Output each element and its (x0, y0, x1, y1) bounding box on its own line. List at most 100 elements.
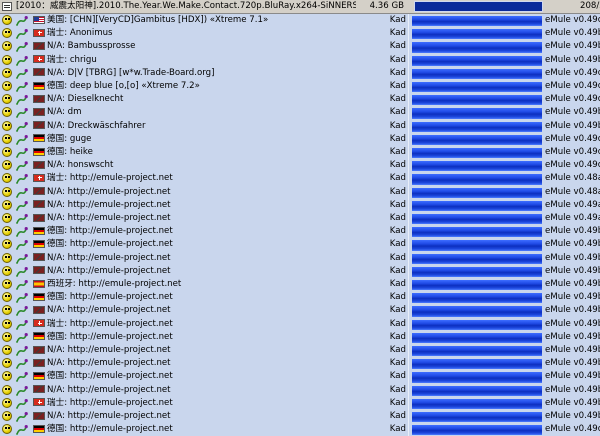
source-row[interactable]: N/A: Dreckwäschfahrer Kad eMule v0.49b (0, 119, 600, 133)
source-name: N/A: http://emule-project.net (47, 345, 171, 355)
source-status-icons (2, 344, 32, 357)
source-name: 德国: http://emule-project.net (47, 226, 173, 237)
source-row[interactable]: N/A: dm Kad eMule v0.49b (0, 106, 600, 120)
column-divider (408, 330, 409, 344)
source-row[interactable]: N/A: http://emule-project.net Kad eMule … (0, 212, 600, 226)
client-snake-icon (16, 359, 28, 370)
client-snake-icon (16, 200, 28, 211)
source-network: Kad (389, 411, 406, 421)
source-row[interactable]: 德国: http://emule-project.net Kad eMule v… (0, 238, 600, 252)
country-flag-icon (33, 121, 45, 130)
source-client-version: eMule v0.49b (545, 54, 600, 65)
source-row[interactable]: 瑞士: http://emule-project.net Kad eMule v… (0, 317, 600, 331)
client-snake-icon (16, 214, 28, 224)
source-availability-bar (410, 199, 543, 212)
source-row[interactable]: 瑞士: http://emule-project.net Kad eMule v… (0, 172, 600, 186)
source-name-cell: N/A: D|V [TBRG] [w*w.Trade-Board.org] (33, 67, 355, 80)
smiley-rating-icon (2, 292, 12, 303)
column-divider (408, 396, 409, 410)
source-availability-bar (410, 423, 543, 436)
source-name: N/A: http://emule-project.net (47, 384, 171, 395)
source-network: Kad (389, 358, 406, 369)
source-client-version: eMule v0.48a (545, 173, 600, 184)
source-name-cell: N/A: http://emule-project.net (33, 212, 355, 225)
source-availability-bar (410, 278, 543, 291)
source-row[interactable]: 德国: http://emule-project.net Kad eMule v… (0, 291, 600, 305)
source-row[interactable]: N/A: D|V [TBRG] [w*w.Trade-Board.org] Ka… (0, 66, 600, 80)
source-network: Kad (389, 147, 406, 157)
source-name-cell: 瑞士: http://emule-project.net (33, 318, 355, 331)
source-name-cell: N/A: Bambussprosse (33, 40, 355, 53)
country-flag-icon (33, 345, 45, 354)
source-name-cell: N/A: http://emule-project.net (33, 265, 355, 278)
source-availability-bar (410, 304, 543, 317)
source-row[interactable]: N/A: http://emule-project.net Kad eMule … (0, 344, 600, 358)
source-row[interactable]: 瑞士: chrigu Kad eMule v0.49b (0, 53, 600, 67)
client-snake-icon (16, 319, 28, 330)
source-name: 德国: deep blue [o,[o] «Xtreme 7.2» (47, 81, 200, 91)
source-name-cell: 德国: http://emule-project.net (33, 370, 355, 383)
source-name-cell: N/A: http://emule-project.net (33, 410, 355, 423)
smiley-rating-icon (2, 147, 12, 157)
client-snake-icon (16, 293, 28, 304)
source-row[interactable]: 西班牙: http://emule-project.net Kad eMule … (0, 278, 600, 292)
source-row[interactable]: 德国: deep blue [o,[o] «Xtreme 7.2» Kad eM… (0, 80, 600, 94)
file-row[interactable]: [2010：威震太阳神].2010.The.Year.We.Make.Conta… (0, 0, 600, 14)
source-row[interactable]: N/A: honswscht Kad eMule v0.49c (0, 159, 600, 173)
source-row[interactable]: 德国: http://emule-project.net Kad eMule v… (0, 423, 600, 436)
client-snake-icon (16, 42, 28, 53)
source-availability-bar (410, 252, 543, 265)
client-snake-icon (16, 266, 28, 277)
source-client-version: eMule v0.49b (545, 292, 600, 303)
source-status-icons (2, 318, 32, 331)
source-row[interactable]: N/A: http://emule-project.net Kad eMule … (0, 185, 600, 199)
source-row[interactable]: 瑞士: Anonimus Kad eMule v0.49b (0, 27, 600, 41)
column-divider (408, 410, 409, 424)
source-client-version: eMule v0.49b (545, 279, 600, 289)
source-name: 德国: guge (47, 133, 92, 144)
client-snake-icon (16, 174, 28, 185)
source-row[interactable]: 德国: http://emule-project.net Kad eMule v… (0, 330, 600, 344)
source-row[interactable]: N/A: http://emule-project.net Kad eMule … (0, 251, 600, 265)
source-row[interactable]: 德国: http://emule-project.net Kad eMule v… (0, 370, 600, 384)
source-row[interactable]: N/A: http://emule-project.net Kad eMule … (0, 357, 600, 371)
source-name: 德国: http://emule-project.net (47, 239, 173, 250)
source-row[interactable]: 德国: http://emule-project.net Kad eMule v… (0, 225, 600, 239)
country-flag-icon (33, 173, 45, 182)
source-status-icons (2, 159, 32, 172)
source-row[interactable]: N/A: http://emule-project.net Kad eMule … (0, 264, 600, 278)
country-flag-icon (33, 292, 45, 301)
source-network: Kad (389, 199, 406, 210)
source-name: 美国: [CHN][VeryCD]Gambitus [HDX]) «Xtreme… (47, 15, 269, 25)
source-availability-bar (410, 67, 543, 80)
source-status-icons (2, 186, 32, 199)
source-row[interactable]: N/A: http://emule-project.net Kad eMule … (0, 410, 600, 424)
source-availability-bar (410, 54, 543, 67)
source-row[interactable]: 美国: [CHN][VeryCD]Gambitus [HDX]) «Xtreme… (0, 14, 600, 28)
source-row[interactable]: 瑞士: http://emule-project.net Kad eMule v… (0, 396, 600, 410)
source-client-version: eMule v0.49c (545, 15, 600, 25)
source-row[interactable]: N/A: http://emule-project.net Kad eMule … (0, 304, 600, 318)
source-row[interactable]: N/A: Bambussprosse Kad eMule v0.49b (0, 40, 600, 54)
source-name-cell: N/A: http://emule-project.net (33, 186, 355, 199)
source-row[interactable]: N/A: http://emule-project.net Kad eMule … (0, 198, 600, 212)
column-divider (408, 106, 409, 120)
source-status-icons (2, 384, 32, 397)
source-client-version: eMule v0.49b (545, 318, 600, 329)
smiley-rating-icon (2, 384, 12, 395)
column-divider (408, 383, 409, 397)
source-row[interactable]: 德国: heike Kad eMule v0.49c (0, 146, 600, 160)
source-availability-bar (410, 159, 543, 172)
source-row[interactable]: N/A: http://emule-project.net Kad eMule … (0, 383, 600, 397)
source-row[interactable]: N/A: Dieselknecht Kad eMule v0.49c (0, 93, 600, 107)
source-availability-bar (410, 344, 543, 357)
source-row[interactable]: 德国: guge Kad eMule v0.49c (0, 132, 600, 146)
source-network: Kad (389, 81, 406, 91)
smiley-rating-icon (2, 239, 12, 250)
source-name-cell: N/A: http://emule-project.net (33, 304, 355, 317)
source-network: Kad (389, 28, 406, 39)
smiley-rating-icon (2, 213, 12, 223)
smiley-rating-icon (2, 120, 12, 131)
column-divider (408, 264, 409, 278)
source-availability-bar (410, 27, 543, 40)
